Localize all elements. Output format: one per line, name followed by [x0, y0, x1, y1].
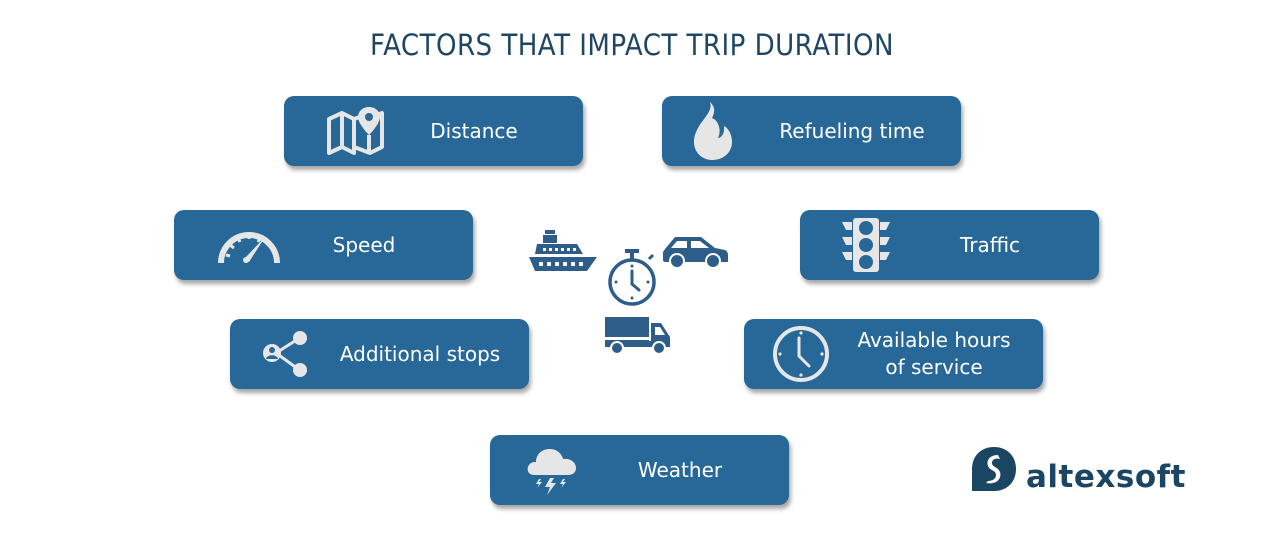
stopwatch-icon: [605, 249, 659, 311]
factor-card-distance: Distance: [284, 96, 583, 166]
factor-label: Traffic: [959, 232, 1021, 257]
speedometer-icon: [216, 225, 282, 265]
ship-icon: [529, 230, 597, 276]
traffic-light-icon: [840, 218, 892, 272]
factor-label: Distance: [430, 118, 518, 143]
factor-label-line: of service: [885, 355, 983, 379]
factor-label-line: Available hours: [857, 328, 1011, 352]
altexsoft-logo-icon: [970, 445, 1018, 497]
factor-label: Additional stops: [339, 341, 501, 366]
flame-icon: [688, 100, 736, 162]
map-pin-icon: [326, 105, 386, 157]
factor-card-available-hours: Available hours of service: [744, 319, 1043, 389]
share-nodes-icon: [262, 331, 310, 377]
truck-icon: [605, 317, 671, 359]
factor-label: Available hours of service: [844, 319, 1024, 389]
factor-card-weather: Weather: [490, 435, 789, 505]
factor-label: Speed: [332, 232, 396, 257]
altexsoft-logo-text: altexsoft: [1026, 459, 1186, 495]
factor-label: Refueling time: [779, 118, 925, 143]
car-icon: [663, 235, 729, 273]
clock-icon: [772, 325, 830, 383]
factor-card-speed: Speed: [174, 210, 473, 280]
storm-cloud-icon: [526, 445, 578, 495]
factor-card-traffic: Traffic: [800, 210, 1099, 280]
altexsoft-logo: altexsoft: [970, 445, 1186, 497]
page-title: FACTORS THAT IMPACT TRIP DURATION: [370, 28, 894, 62]
factor-card-additional-stops: Additional stops: [230, 319, 529, 389]
factor-label: Weather: [637, 457, 723, 482]
factor-card-refueling-time: Refueling time: [662, 96, 961, 166]
